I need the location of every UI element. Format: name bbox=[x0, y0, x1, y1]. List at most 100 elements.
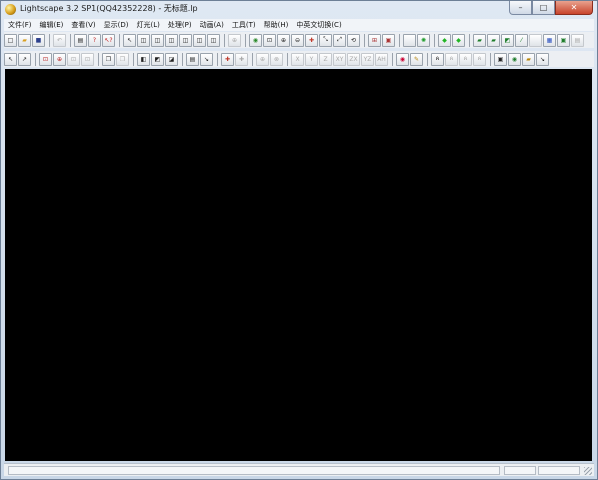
menu-item-9[interactable]: 中英文切换(C) bbox=[292, 19, 345, 31]
person-4-button[interactable]: ጰ bbox=[473, 52, 486, 66]
brush-button[interactable]: ✎ bbox=[410, 52, 423, 66]
green-cube-button[interactable]: ◆ bbox=[438, 33, 451, 47]
render-1-button[interactable]: ▰ bbox=[473, 33, 486, 47]
zoom-window-button[interactable]: ⊡ bbox=[263, 33, 276, 47]
resize-grip[interactable] bbox=[584, 467, 592, 475]
rotate-button[interactable]: ⟲ bbox=[347, 33, 360, 47]
select-disabled-1-button[interactable]: ⊡ bbox=[67, 52, 80, 66]
tool-1-button[interactable]: ▣ bbox=[494, 52, 507, 66]
select-disabled-2-icon: ⊡ bbox=[84, 55, 91, 63]
menu-item-6[interactable]: 动画(A) bbox=[196, 19, 228, 31]
menu-item-2[interactable]: 查看(V) bbox=[67, 19, 99, 31]
axis-zx-button[interactable]: ZX bbox=[347, 52, 360, 66]
zoom-window-icon: ⊡ bbox=[266, 36, 273, 44]
open-folder-button[interactable]: ▰ bbox=[18, 33, 31, 47]
zoom-extents-button[interactable]: ⊕ bbox=[228, 33, 241, 47]
move-light-disabled-button[interactable]: ✚ bbox=[235, 52, 248, 66]
pointer-icon: ↖ bbox=[7, 55, 14, 63]
menu-item-4[interactable]: 灯光(L) bbox=[133, 19, 164, 31]
window-button[interactable]: ▦ bbox=[543, 33, 556, 47]
tool-3-button[interactable]: ▰ bbox=[522, 52, 535, 66]
axis-yz-button[interactable]: YZ bbox=[361, 52, 374, 66]
pointer-button[interactable]: ↖ bbox=[4, 52, 17, 66]
help-button[interactable]: ? bbox=[88, 33, 101, 47]
green-cube-2-icon: ◆ bbox=[456, 36, 461, 44]
person-icon: ጰ bbox=[435, 55, 440, 62]
light-arrow-button[interactable]: ↘ bbox=[200, 52, 213, 66]
pointer-plus-button[interactable]: ↗ bbox=[18, 52, 31, 66]
menu-item-5[interactable]: 处理(P) bbox=[164, 19, 196, 31]
cube-view-3-button[interactable]: ◫ bbox=[165, 33, 178, 47]
zoom-button[interactable]: ⊖ bbox=[291, 33, 304, 47]
open-folder-icon: ▰ bbox=[22, 36, 27, 44]
menu-item-0[interactable]: 文件(F) bbox=[4, 19, 36, 31]
axis-y-button[interactable]: Y bbox=[305, 52, 318, 66]
axis-x-button[interactable]: X bbox=[291, 52, 304, 66]
layer-button[interactable]: ▤ bbox=[186, 52, 199, 66]
maximize-button[interactable]: □ bbox=[532, 1, 555, 15]
cube-view-2-button[interactable]: ◫ bbox=[151, 33, 164, 47]
menu-item-8[interactable]: 帮助(H) bbox=[260, 19, 293, 31]
save-disk-button[interactable]: ■ bbox=[32, 33, 45, 47]
select-arrow-button[interactable]: ↖ bbox=[123, 33, 136, 47]
print-button[interactable]: ▤ bbox=[74, 33, 87, 47]
cube-view-1-button[interactable]: ◫ bbox=[137, 33, 150, 47]
zoom-select-button[interactable]: ⊞ bbox=[368, 33, 381, 47]
tool-4-button[interactable]: ↘ bbox=[536, 52, 549, 66]
minimize-button[interactable]: – bbox=[509, 1, 532, 15]
gray-window-button[interactable]: ▤ bbox=[571, 33, 584, 47]
material-2-button[interactable]: ◩ bbox=[151, 52, 164, 66]
axis-z-button[interactable]: Z bbox=[319, 52, 332, 66]
select-disabled-2-button[interactable]: ⊡ bbox=[81, 52, 94, 66]
maximize-icon: □ bbox=[539, 3, 548, 12]
toolbar-separator bbox=[133, 52, 134, 66]
close-button[interactable]: ✕ bbox=[555, 1, 593, 15]
axis-disabled-2-button[interactable]: ⊗ bbox=[270, 52, 283, 66]
cube-view-4-button[interactable]: ◫ bbox=[179, 33, 192, 47]
render-3-button[interactable]: ◩ bbox=[501, 33, 514, 47]
select-window-icon: ⊡ bbox=[42, 55, 49, 63]
person-3-button[interactable]: ጰ bbox=[459, 52, 472, 66]
axis-xy-button[interactable]: XY bbox=[333, 52, 346, 66]
eye-button[interactable]: ◉ bbox=[249, 33, 262, 47]
context-help-button[interactable]: ↖? bbox=[102, 33, 115, 47]
zoom-in-button[interactable]: ⊕ bbox=[277, 33, 290, 47]
pan-cross-button[interactable]: ✚ bbox=[305, 33, 318, 47]
gear-green-button[interactable]: ✺ bbox=[417, 33, 430, 47]
render-4-button[interactable]: ⁄ bbox=[515, 33, 528, 47]
render-2-button[interactable]: ▰ bbox=[487, 33, 500, 47]
camera-button[interactable]: ▣ bbox=[382, 33, 395, 47]
select-arrow-icon: ↖ bbox=[126, 36, 133, 44]
orbit-button[interactable]: ⤡ bbox=[319, 33, 332, 47]
paste-button[interactable]: ❐ bbox=[116, 52, 129, 66]
close-icon: ✕ bbox=[570, 3, 578, 12]
green-cube-2-button[interactable]: ◆ bbox=[452, 33, 465, 47]
window-icon: ▦ bbox=[546, 36, 553, 44]
blank-button[interactable] bbox=[403, 33, 416, 47]
cube-view-6-button[interactable]: ◫ bbox=[207, 33, 220, 47]
move-light-button[interactable]: ✚ bbox=[221, 52, 234, 66]
select-zoom-button[interactable]: ⊕ bbox=[53, 52, 66, 66]
menu-item-7[interactable]: 工具(T) bbox=[228, 19, 260, 31]
axis-disabled-1-icon: ⊕ bbox=[259, 55, 266, 63]
3d-viewport[interactable] bbox=[5, 69, 592, 461]
axis-disabled-1-button[interactable]: ⊕ bbox=[256, 52, 269, 66]
tool-2-button[interactable]: ◉ bbox=[508, 52, 521, 66]
person-button[interactable]: ጰ bbox=[431, 52, 444, 66]
walk-button[interactable]: ⤢ bbox=[333, 33, 346, 47]
material-3-button[interactable]: ◪ bbox=[165, 52, 178, 66]
material-1-button[interactable]: ◧ bbox=[137, 52, 150, 66]
blank-2-button[interactable] bbox=[529, 33, 542, 47]
select-window-button[interactable]: ⊡ bbox=[39, 52, 52, 66]
person-2-button[interactable]: ጰ bbox=[445, 52, 458, 66]
new-file-button[interactable]: □ bbox=[4, 33, 17, 47]
axis-all-button[interactable]: AH bbox=[375, 52, 388, 66]
cube-view-5-button[interactable]: ◫ bbox=[193, 33, 206, 47]
paint-button[interactable]: ◉ bbox=[396, 52, 409, 66]
menu-item-1[interactable]: 编辑(E) bbox=[36, 19, 68, 31]
green-frame-button[interactable]: ▣ bbox=[557, 33, 570, 47]
undo-button[interactable]: ↶ bbox=[53, 33, 66, 47]
menu-item-3[interactable]: 显示(D) bbox=[100, 19, 133, 31]
toolbar-separator bbox=[469, 33, 470, 47]
copy-button[interactable]: ❐ bbox=[102, 52, 115, 66]
